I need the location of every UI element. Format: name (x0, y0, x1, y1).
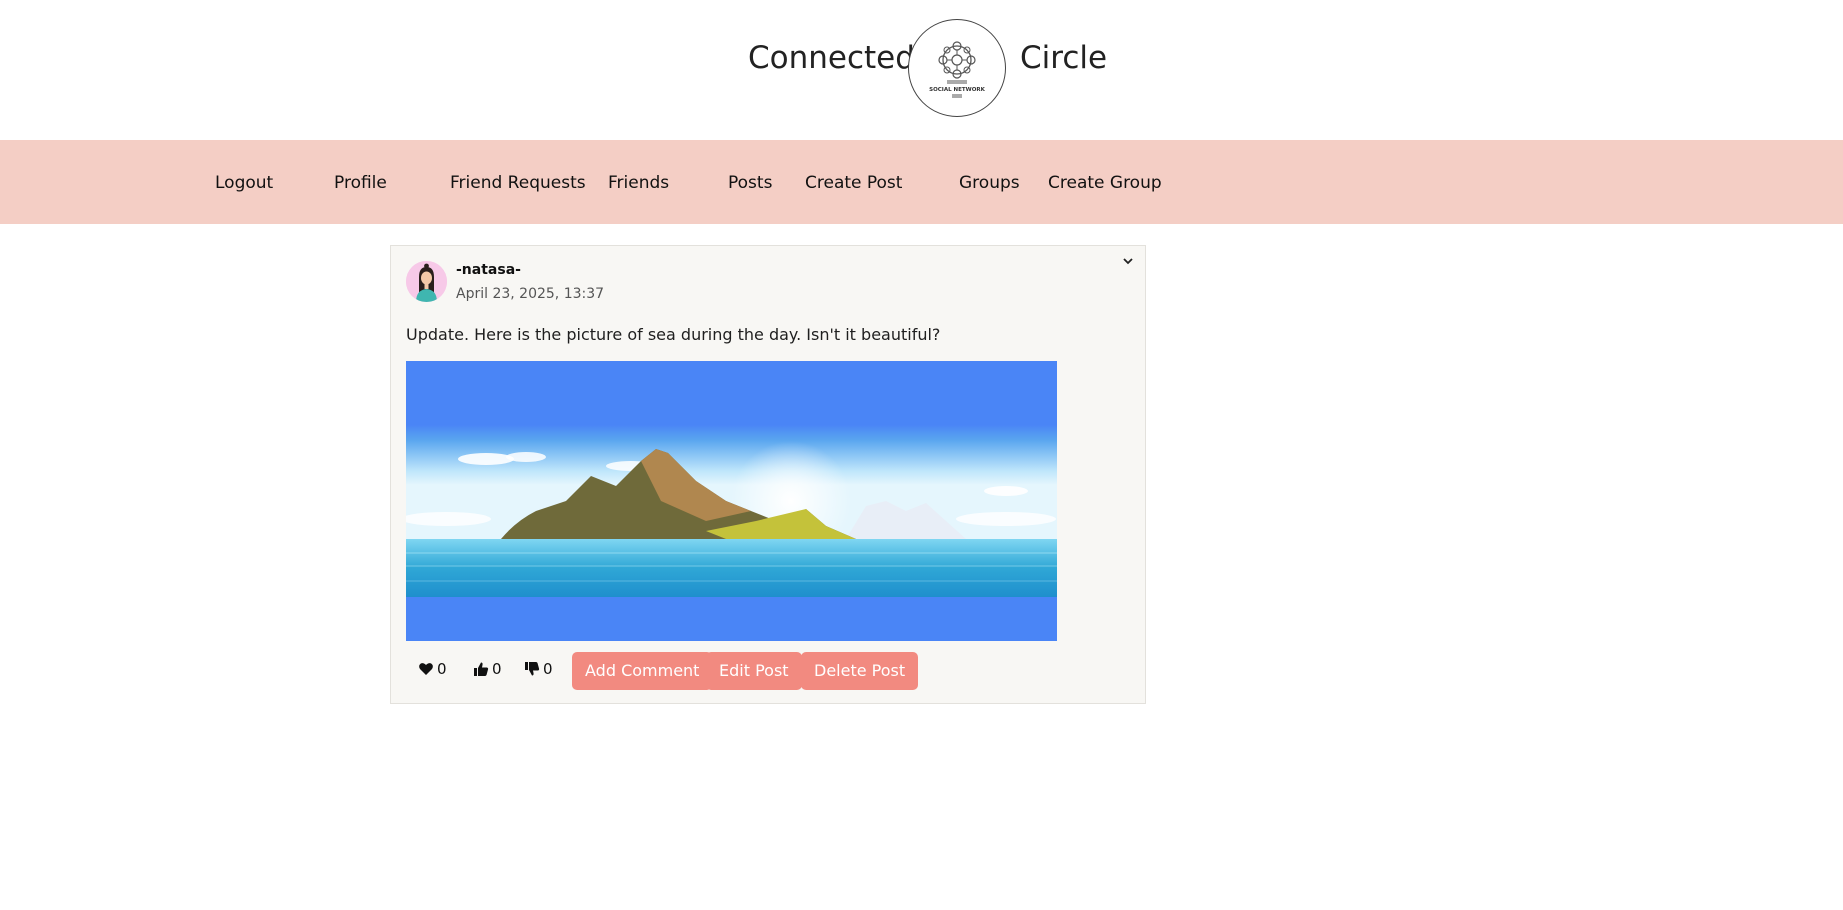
chevron-down-icon[interactable] (1121, 254, 1135, 268)
post-author[interactable]: -natasa- (456, 262, 521, 278)
like-reaction[interactable]: 0 (473, 660, 502, 678)
nav-logout[interactable]: Logout (215, 173, 273, 193)
nav-profile[interactable]: Profile (334, 173, 387, 193)
avatar[interactable] (406, 261, 447, 302)
dislike-reaction[interactable]: 0 (524, 660, 553, 678)
heart-reaction[interactable]: 0 (418, 660, 447, 678)
main-navbar: Logout Profile Friend Requests Friends P… (0, 140, 1843, 224)
post-card: -natasa- April 23, 2025, 13:37 Update. H… (390, 245, 1146, 704)
nav-create-group[interactable]: Create Group (1048, 173, 1162, 193)
heart-icon (419, 663, 433, 675)
thumbs-down-icon (525, 662, 540, 676)
nav-posts[interactable]: Posts (728, 173, 772, 193)
brand-name-right: Circle (1020, 40, 1108, 76)
delete-post-button[interactable]: Delete Post (801, 652, 919, 690)
add-comment-button[interactable]: Add Comment (572, 652, 713, 690)
edit-post-button[interactable]: Edit Post (706, 652, 802, 690)
site-header: Connected SOCIAL NETWORK Circle (0, 0, 1843, 140)
brand-name-left: Connected (748, 40, 915, 76)
logo-text: SOCIAL NETWORK (929, 87, 985, 93)
nav-groups[interactable]: Groups (959, 173, 1020, 193)
nav-friend-requests[interactable]: Friend Requests (450, 173, 586, 193)
post-body: Update. Here is the picture of sea durin… (406, 325, 941, 344)
post-image (406, 361, 1057, 641)
heart-count: 0 (437, 660, 447, 678)
nav-friends[interactable]: Friends (608, 173, 669, 193)
post-timestamp: April 23, 2025, 13:37 (456, 286, 605, 302)
nav-create-post[interactable]: Create Post (805, 173, 902, 193)
social-network-logo-icon[interactable]: SOCIAL NETWORK (908, 19, 1006, 117)
thumbs-up-icon (474, 662, 489, 676)
like-count: 0 (492, 660, 502, 678)
dislike-count: 0 (543, 660, 553, 678)
